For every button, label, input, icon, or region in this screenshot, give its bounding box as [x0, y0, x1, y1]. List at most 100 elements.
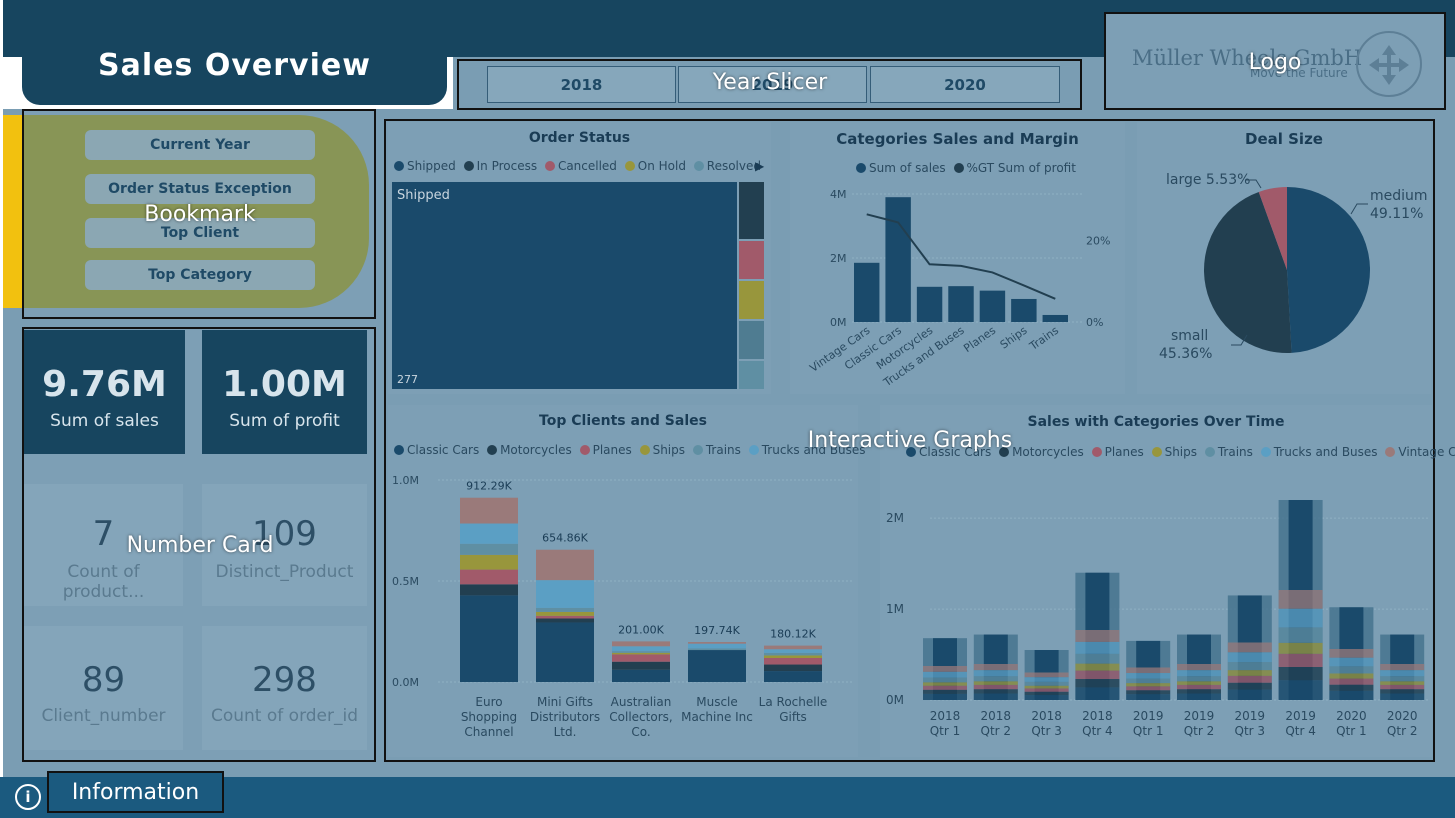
ribbon-segment	[1380, 684, 1425, 690]
bookmark-annotation: Bookmark	[144, 202, 256, 227]
ribbon-segment	[1075, 630, 1120, 642]
data-label: 197.74K	[694, 624, 740, 637]
stacked-segment	[764, 664, 822, 672]
info-icon[interactable]: i	[15, 784, 41, 810]
legend-next-arrow[interactable]: ▶	[755, 159, 764, 173]
x-tick-label: Collectors,	[609, 710, 672, 724]
x-tick-quarter: Qtr 1	[930, 724, 961, 738]
ribbon-segment	[923, 689, 967, 694]
data-label: 201.00K	[618, 623, 664, 636]
number-card-annotation: Number Card	[126, 533, 274, 558]
card-sum-of-profit: 1.00M Sum of profit	[202, 330, 367, 454]
ribbon-segment	[1278, 653, 1323, 667]
stacked-segment	[460, 543, 518, 555]
treemap-on-hold[interactable]	[739, 281, 764, 319]
card-value: 9.76M	[42, 364, 167, 405]
card-label: Client_number	[41, 706, 166, 726]
bar	[854, 262, 880, 322]
card-value: 1.00M	[222, 364, 347, 405]
order-status-visual[interactable]: Order Status Shipped In Process Cancelle…	[388, 122, 771, 394]
stacked-segment	[688, 642, 746, 644]
bar	[948, 286, 974, 322]
ribbon-segment	[1024, 681, 1069, 686]
x-tick-quarter: Qtr 2	[981, 724, 1012, 738]
ribbon-segment	[1329, 666, 1374, 674]
x-tick-year: 2018	[981, 709, 1012, 723]
treemap-in-process[interactable]	[739, 182, 764, 239]
legend-swatch	[544, 161, 555, 171]
stacked-segment	[764, 671, 822, 682]
x-tick-quarter: Qtr 1	[1133, 724, 1164, 738]
x-tick-label: Shopping	[461, 710, 517, 724]
x-tick-label: Gifts	[779, 710, 807, 724]
year-2020-button[interactable]: 2020	[870, 66, 1060, 103]
x-tick-quarter: Qtr 3	[1235, 724, 1266, 738]
legend-swatch	[693, 161, 704, 171]
stacked-segment	[460, 595, 518, 682]
x-tick-year: 2020	[1387, 709, 1418, 723]
x-tick-quarter: Qtr 1	[1336, 724, 1367, 738]
y-tick-label: 1M	[886, 602, 904, 616]
treemap-disputed[interactable]	[739, 321, 764, 359]
stacked-segment	[536, 580, 594, 608]
year-2018-button[interactable]: 2018	[487, 66, 676, 103]
categories-sales-visual[interactable]: Categories Sales and Margin Sum of sales…	[790, 122, 1125, 394]
ribbon-segment	[1177, 664, 1221, 671]
bookmark-order-status-button[interactable]: Order Status Exception	[85, 174, 315, 204]
stacked-segment	[536, 607, 594, 612]
pie-label: large 5.53%	[1166, 172, 1250, 188]
treemap-cancelled[interactable]	[739, 241, 764, 279]
stacked-segment	[612, 641, 670, 647]
ribbon-segment	[1126, 690, 1171, 695]
ribbon-segment	[1126, 678, 1171, 684]
card-value: 298	[252, 660, 317, 700]
treemap-resolved[interactable]	[739, 361, 764, 389]
x-tick-label: Mini Gifts	[537, 695, 593, 709]
bookmark-current-year-button[interactable]: Current Year	[85, 130, 315, 160]
y-tick-label: 2M	[886, 511, 904, 525]
stacked-segment	[612, 669, 670, 682]
stacked-segment	[536, 622, 594, 682]
y-tick-label: 4M	[830, 188, 847, 201]
legend-label: Resolved	[706, 159, 761, 173]
x-tick-label: La Rochelle	[759, 695, 828, 709]
stacked-segment	[764, 649, 822, 653]
stacked-segment	[536, 615, 594, 619]
ribbon-segment	[1380, 676, 1425, 682]
stacked-segment	[460, 497, 518, 524]
x-tick-quarter: Qtr 2	[1184, 724, 1215, 738]
bookmark-top-category-button[interactable]: Top Category	[85, 260, 315, 290]
treemap-label: Shipped	[397, 188, 450, 203]
card-label: Sum of sales	[50, 411, 159, 431]
top-clients-visual[interactable]: Top Clients and Sales Classic Cars Motor…	[388, 405, 866, 757]
stacked-segment	[612, 661, 670, 670]
top-clients-chart-svg: 0.0M 0.5M 1.0M 912.29K EuroShoppingChannel 65…	[392, 474, 853, 739]
year-slicer-annotation: Year Slicer	[712, 70, 828, 95]
ribbon-segment	[973, 689, 1018, 694]
x-tick-label: Muscle	[696, 695, 738, 709]
ribbon-segment	[1024, 691, 1069, 696]
treemap-shipped[interactable]: Shipped 277	[392, 182, 737, 389]
ribbon-segment	[1278, 642, 1323, 654]
ribbon-segment	[1227, 689, 1272, 700]
ribbon-segment	[1329, 673, 1374, 679]
information-button[interactable]: Information	[47, 771, 224, 813]
sales-over-time-visual[interactable]: Sales with Categories Over Time Classic …	[880, 405, 1455, 757]
chart-title: Order Status	[528, 130, 631, 146]
data-label: 180.12K	[770, 628, 816, 641]
legend-swatch	[394, 161, 404, 171]
logo-emblem	[1356, 31, 1422, 97]
ribbon-segment	[923, 666, 967, 672]
x-tick-label: Trains	[1026, 324, 1061, 354]
legend-label: In Process	[476, 159, 538, 173]
categories-chart-svg: 0M2M4M0%20%Vintage CarsClassic CarsMotor…	[807, 188, 1110, 390]
ribbon-segment	[1126, 667, 1171, 674]
stacked-segment	[536, 611, 594, 616]
ribbon-segment	[1380, 670, 1425, 677]
ribbon-segment	[1329, 690, 1374, 700]
x-tick-label: Australian	[611, 695, 672, 709]
deal-size-visual[interactable]: Deal Size medium 49.11% small 45.36% large 5…	[1137, 122, 1431, 394]
y-tick-label: 0M	[886, 693, 904, 707]
x-tick-label: Euro	[475, 695, 502, 709]
stacked-segment	[536, 618, 594, 623]
